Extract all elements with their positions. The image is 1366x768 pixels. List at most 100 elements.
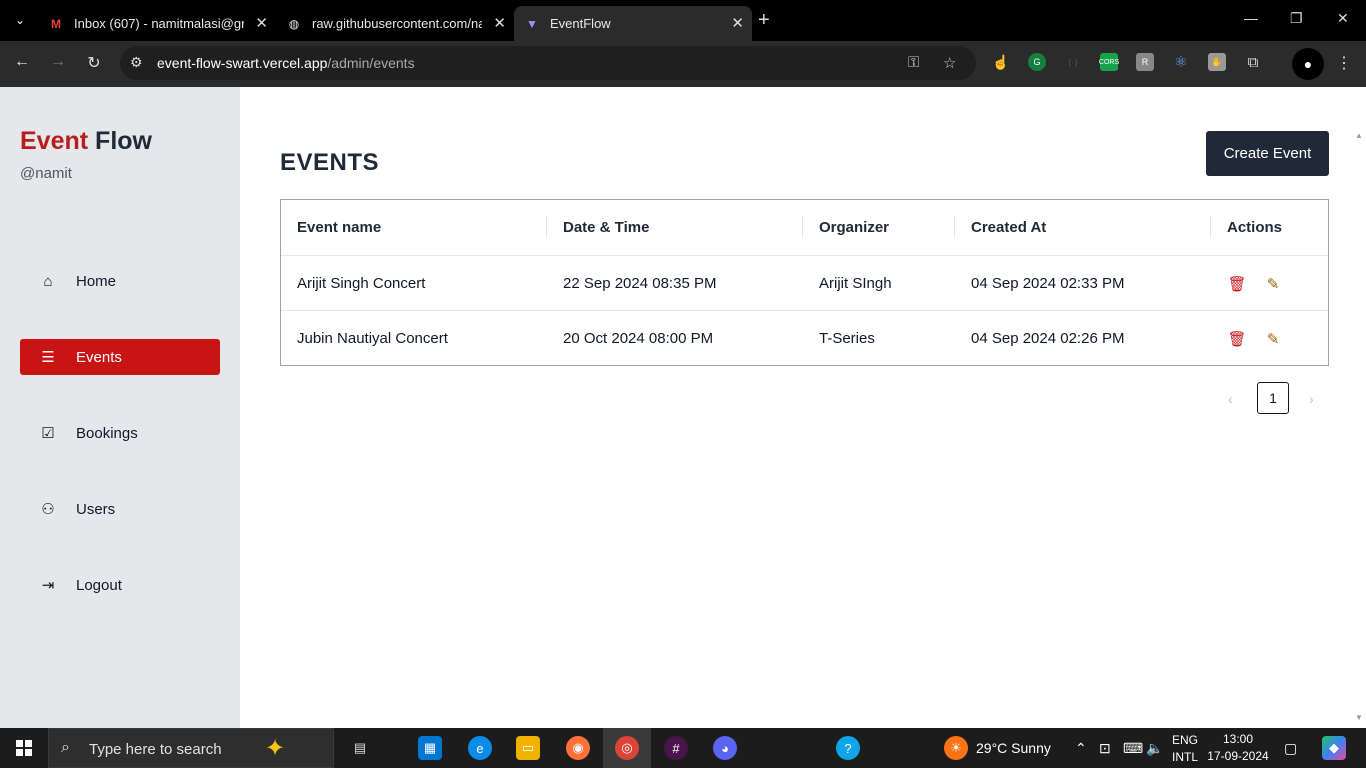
organizer-cell: Arijit SIngh bbox=[819, 275, 892, 292]
page-title: EVENTS bbox=[280, 149, 380, 176]
globe-icon: ◍ bbox=[288, 16, 300, 31]
firefox-icon[interactable]: ◉ bbox=[566, 736, 590, 760]
react-devtools-icon[interactable]: ⚛ bbox=[1172, 53, 1190, 71]
tab-raw-github[interactable]: ◍ raw.githubusercontent.com/namit ✕ bbox=[276, 6, 514, 41]
file-explorer-icon[interactable]: ▭ bbox=[516, 736, 540, 760]
chrome-icon[interactable]: ◎ bbox=[615, 736, 639, 760]
search-placeholder: Type here to search bbox=[89, 741, 222, 758]
clock[interactable]: 13:00 17-09-2024 bbox=[1206, 731, 1270, 765]
back-button[interactable]: ← bbox=[11, 53, 33, 71]
tab-title: raw.githubusercontent.com/namit bbox=[312, 16, 482, 31]
restore-button[interactable]: ❐ bbox=[1290, 10, 1303, 27]
weather-icon[interactable]: ☀ bbox=[944, 736, 968, 760]
table-row: Arijit Singh Concert 22 Sep 2024 08:35 P… bbox=[281, 255, 1328, 310]
sidebar-item-label: Users bbox=[76, 500, 116, 518]
extension-hand-icon[interactable]: ☝ bbox=[992, 53, 1010, 71]
actions-cell: 🗑 ✎ bbox=[1227, 311, 1327, 366]
star-icon[interactable]: ☆ bbox=[943, 54, 956, 72]
volume-icon[interactable]: 🔈 bbox=[1146, 740, 1163, 757]
chevron-up-icon[interactable]: ⌃ bbox=[1075, 740, 1087, 757]
grammarly-icon[interactable]: G bbox=[1028, 53, 1046, 71]
network-icon[interactable]: ⊡ bbox=[1099, 740, 1111, 757]
close-window-button[interactable]: ✕ bbox=[1337, 10, 1349, 27]
extension-touch-icon[interactable]: ✋ bbox=[1208, 53, 1226, 71]
minimize-button[interactable]: — bbox=[1244, 10, 1258, 26]
sidebar-item-logout[interactable]: ⇥ Logout bbox=[20, 567, 220, 603]
sidebar-item-home[interactable]: ⌂ Home bbox=[20, 263, 220, 299]
column-header: Date & Time bbox=[563, 219, 650, 236]
cors-icon[interactable]: CORS bbox=[1099, 53, 1119, 71]
users-icon: ⚇ bbox=[41, 501, 55, 518]
tab-eventflow[interactable]: ▼ EventFlow ✕ bbox=[514, 6, 752, 41]
table-header: Event name Date & Time Organizer Created… bbox=[281, 200, 1328, 255]
scrollbar[interactable]: ▲ ▼ bbox=[1350, 128, 1366, 728]
weather-text[interactable]: 29°C Sunny bbox=[976, 740, 1051, 756]
forward-button[interactable]: → bbox=[47, 53, 69, 71]
copilot-icon[interactable]: ◆ bbox=[1322, 736, 1346, 760]
site-info-icon[interactable]: ⚙ bbox=[130, 54, 143, 71]
tab-gmail[interactable]: M Inbox (607) - namitmalasi@gmail.com ✕ bbox=[38, 6, 276, 41]
logout-icon: ⇥ bbox=[41, 577, 55, 594]
store-icon[interactable]: ▦ bbox=[418, 736, 442, 760]
trash-icon[interactable]: 🗑 bbox=[1227, 275, 1247, 293]
column-header: Actions bbox=[1227, 219, 1283, 236]
trash-icon[interactable]: 🗑 bbox=[1227, 330, 1247, 348]
url-text[interactable]: event-flow-swart.vercel.app/admin/events bbox=[157, 55, 415, 71]
sidebar: Event Flow @namit ⌂ Home ☰ Events ☑ Book… bbox=[0, 87, 240, 728]
edge-icon[interactable]: e bbox=[468, 736, 492, 760]
event-name-cell: Jubin Nautiyal Concert bbox=[297, 330, 448, 347]
home-icon: ⌂ bbox=[43, 272, 53, 290]
help-icon[interactable]: ? bbox=[836, 736, 860, 760]
ime-icon[interactable]: ⌨ bbox=[1123, 740, 1143, 757]
key-icon[interactable]: ⚿ bbox=[908, 54, 919, 71]
tab-title: EventFlow bbox=[550, 16, 611, 31]
more-menu-icon[interactable]: ⋮ bbox=[1333, 53, 1355, 73]
brand-logo: Event Flow bbox=[20, 127, 152, 155]
extension-r-icon[interactable]: R bbox=[1136, 53, 1154, 71]
close-icon[interactable]: ✕ bbox=[731, 14, 744, 32]
event-name-cell: Arijit Singh Concert bbox=[297, 275, 426, 292]
chevron-left-icon[interactable]: ‹ bbox=[1228, 391, 1233, 407]
created-at-cell: 04 Sep 2024 02:33 PM bbox=[971, 275, 1125, 292]
sidebar-item-label: Home bbox=[76, 272, 117, 290]
notification-icon[interactable]: ▢ bbox=[1284, 740, 1297, 757]
language-indicator[interactable]: ENG INTL bbox=[1172, 732, 1198, 766]
profile-avatar[interactable]: ● bbox=[1292, 48, 1324, 80]
task-view-icon[interactable]: ▤ bbox=[348, 736, 372, 760]
windows-start-icon[interactable] bbox=[16, 740, 32, 756]
organizer-cell: T-Series bbox=[819, 330, 875, 347]
slack-icon[interactable]: # bbox=[664, 736, 688, 760]
clipboard-check-icon: ☑ bbox=[41, 425, 55, 442]
close-icon[interactable]: ✕ bbox=[493, 14, 506, 32]
create-event-button[interactable]: Create Event bbox=[1206, 131, 1329, 176]
reload-button[interactable]: ↻ bbox=[83, 53, 105, 73]
tab-search-button[interactable]: ⌄ bbox=[6, 7, 34, 33]
pencil-icon[interactable]: ✎ bbox=[1263, 275, 1283, 293]
user-handle: @namit bbox=[20, 165, 72, 182]
browser-tab-bar: ⌄ M Inbox (607) - namitmalasi@gmail.com … bbox=[0, 0, 1366, 41]
created-at-cell: 04 Sep 2024 02:26 PM bbox=[971, 330, 1125, 347]
list-icon: ☰ bbox=[41, 349, 55, 366]
discord-icon[interactable]: ◕ bbox=[713, 736, 737, 760]
datetime-cell: 22 Sep 2024 08:35 PM bbox=[563, 275, 717, 292]
new-tab-button[interactable]: + bbox=[758, 9, 770, 32]
sidebar-item-label: Events bbox=[76, 348, 122, 366]
extension-icon[interactable]: (·) bbox=[1064, 53, 1082, 71]
sidebar-item-bookings[interactable]: ☑ Bookings bbox=[20, 415, 220, 451]
vite-icon: ▼ bbox=[526, 16, 538, 31]
table-row: Jubin Nautiyal Concert 20 Oct 2024 08:00… bbox=[281, 310, 1328, 365]
column-header: Organizer bbox=[819, 219, 890, 236]
address-bar[interactable]: ⚙ event-flow-swart.vercel.app/admin/even… bbox=[120, 46, 976, 80]
chevron-right-icon[interactable]: › bbox=[1309, 391, 1314, 407]
browser-toolbar: ← → ↻ ⚙ event-flow-swart.vercel.app/admi… bbox=[0, 41, 1366, 87]
sidebar-item-users[interactable]: ⚇ Users bbox=[20, 491, 220, 527]
actions-cell: 🗑 ✎ bbox=[1227, 256, 1327, 311]
puzzle-icon[interactable]: ⧉ bbox=[1244, 53, 1262, 71]
close-icon[interactable]: ✕ bbox=[255, 14, 268, 32]
sparkle-icon: ✦ bbox=[265, 735, 286, 762]
column-header: Created At bbox=[971, 219, 1047, 236]
pencil-icon[interactable]: ✎ bbox=[1263, 330, 1283, 348]
page-number-button[interactable]: 1 bbox=[1257, 382, 1289, 414]
sidebar-item-events[interactable]: ☰ Events bbox=[20, 339, 220, 375]
taskbar-search[interactable]: ⌕ Type here to search ✦ bbox=[48, 728, 334, 768]
